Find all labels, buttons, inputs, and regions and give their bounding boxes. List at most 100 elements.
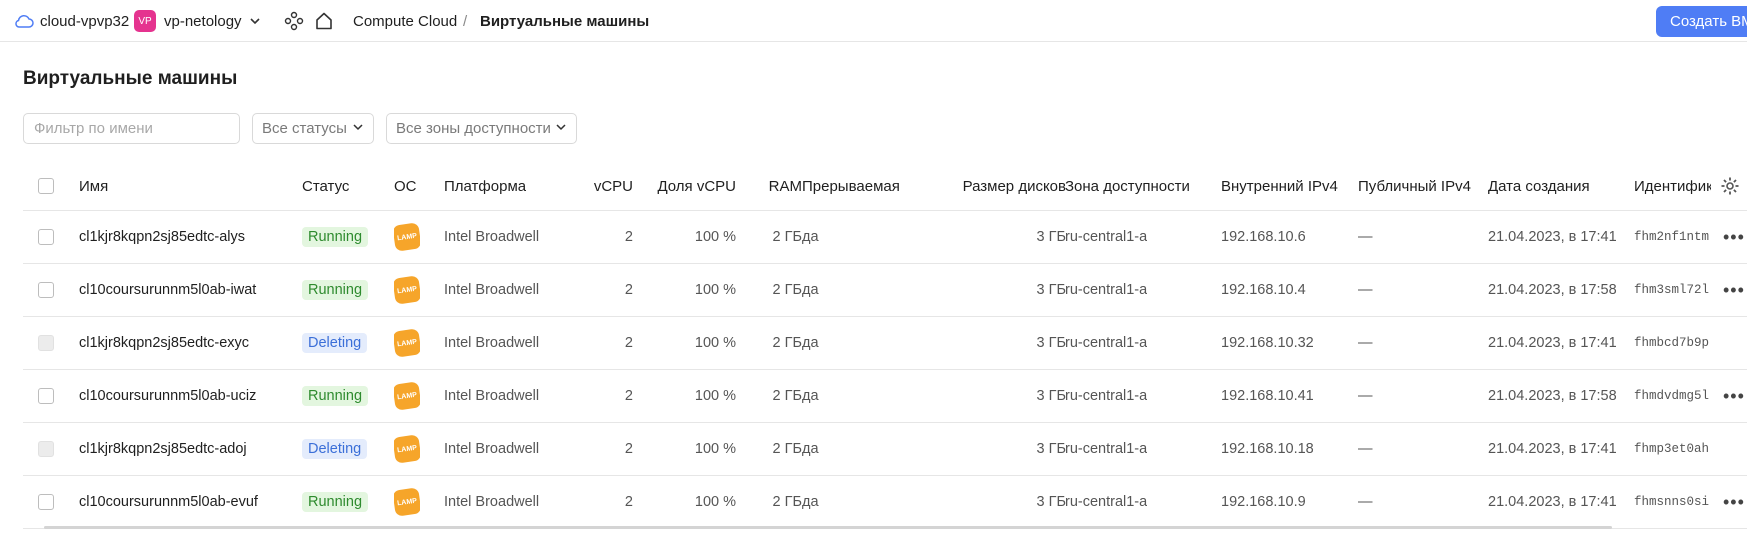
services-icon[interactable] — [284, 0, 304, 42]
column-header-created[interactable]: Дата создания — [1488, 162, 1590, 210]
name-filter-input[interactable] — [23, 113, 240, 144]
os-label: LAMP — [394, 434, 420, 464]
public-ip: — — [1358, 282, 1373, 298]
column-header-os[interactable]: ОС — [394, 162, 417, 210]
status-filter-select[interactable]: Все статусы — [252, 113, 374, 144]
more-actions-icon[interactable]: ••• — [1723, 476, 1745, 528]
preemptible: да — [802, 388, 819, 404]
select-all-checkbox[interactable] — [38, 162, 54, 210]
column-header-status[interactable]: Статус — [302, 162, 349, 210]
vm-name[interactable]: cl10coursurunnm5l0ab-evuf — [79, 476, 289, 528]
created-date: 21.04.2023, в 17:41 — [1488, 229, 1617, 245]
vm-id[interactable]: fhmdvdmg5l — [1634, 370, 1718, 422]
folder-avatar[interactable]: VP — [134, 10, 156, 32]
column-header-public-ip[interactable]: Публичный IPv4 — [1358, 162, 1471, 210]
row-checkbox[interactable] — [38, 370, 54, 422]
disk-size: 3 ГБ — [1036, 494, 1066, 510]
vm-id[interactable]: fhmbcd7b9p — [1634, 317, 1718, 369]
more-actions-icon[interactable]: ••• — [1723, 264, 1745, 316]
breadcrumb-separator: / — [463, 12, 468, 30]
vcpu-share: 100 % — [694, 441, 736, 457]
preemptible: да — [802, 494, 819, 510]
vcpu-share: 100 % — [694, 335, 736, 351]
vm-name[interactable]: cl10coursurunnm5l0ab-uciz — [79, 370, 289, 422]
os-label: LAMP — [394, 381, 420, 411]
chevron-down-icon — [352, 120, 364, 137]
vm-name[interactable]: cl10coursurunnm5l0ab-iwat — [79, 264, 289, 316]
internal-ip: 192.168.10.18 — [1221, 441, 1314, 457]
home-icon[interactable] — [314, 0, 334, 42]
table-row[interactable]: cl1kjr8kqpn2sj85edtc-exyc Deleting LAMP Int… — [23, 317, 1747, 370]
column-header-name[interactable]: Имя — [79, 162, 289, 210]
table-row[interactable]: cl10coursurunnm5l0ab-evuf Running LAMP Inte… — [23, 476, 1747, 529]
vm-name[interactable]: cl1kjr8kqpn2sj85edtc-adoj — [79, 423, 289, 475]
vm-id[interactable]: fhmp3et0ah — [1634, 423, 1718, 475]
preemptible: да — [802, 335, 819, 351]
status-badge-label: Running — [302, 386, 369, 406]
ram: 2 ГБ — [772, 441, 802, 457]
folder-name[interactable]: vp-netology — [164, 0, 242, 42]
create-vm-button[interactable]: Создать ВМ — [1656, 6, 1747, 37]
column-header-vcpu-share[interactable]: Доля vCPU — [643, 162, 736, 210]
lamp-os-icon: LAMP — [394, 476, 420, 528]
platform: Intel Broadwell — [444, 335, 540, 351]
chevron-down-icon[interactable] — [248, 0, 262, 42]
row-checkbox[interactable] — [38, 211, 54, 263]
public-ip: — — [1358, 388, 1373, 404]
row-checkbox[interactable] — [38, 264, 54, 316]
column-header-id[interactable]: Идентификатор — [1634, 162, 1711, 210]
column-header-disk-size[interactable]: Размер дисков — [938, 162, 1066, 210]
status-badge-label: Running — [302, 280, 369, 300]
zone: ru-central1-a — [1065, 494, 1148, 510]
status-badge: Deleting — [302, 423, 368, 475]
column-header-internal-ip[interactable]: Внутренний IPv4 — [1221, 162, 1338, 210]
row-checkbox[interactable] — [38, 476, 54, 528]
table-row[interactable]: cl1kjr8kqpn2sj85edtc-alys Running LAMP Inte… — [23, 211, 1747, 264]
vm-id[interactable]: fhmsnns0si — [1634, 476, 1718, 528]
vm-id[interactable]: fhm3sml72l — [1634, 264, 1718, 316]
created-date: 21.04.2023, в 17:41 — [1488, 494, 1617, 510]
column-header-ram[interactable]: RAM — [748, 162, 802, 210]
zone-filter-value: Все зоны доступности — [396, 120, 551, 137]
status-badge-label: Running — [302, 492, 369, 512]
zone: ru-central1-a — [1065, 441, 1148, 457]
top-bar: cloud-vpvp32 VP vp-netology Compute Clou… — [0, 0, 1747, 42]
page-title: Виртуальные машины — [23, 68, 238, 89]
table-row[interactable]: cl1kjr8kqpn2sj85edtc-adoj Deleting LAMP Int… — [23, 423, 1747, 476]
vm-id[interactable]: fhm2nf1ntm — [1634, 211, 1718, 263]
horizontal-scrollbar[interactable] — [44, 526, 1612, 529]
disk-size: 3 ГБ — [1036, 441, 1066, 457]
os-label: LAMP — [394, 328, 420, 358]
table-row[interactable]: cl10coursurunnm5l0ab-iwat Running LAMP Inte… — [23, 264, 1747, 317]
disk-size: 3 ГБ — [1036, 229, 1066, 245]
lamp-os-icon: LAMP — [394, 370, 420, 422]
preemptible: да — [802, 229, 819, 245]
platform: Intel Broadwell — [444, 494, 540, 510]
gear-icon[interactable] — [1720, 162, 1740, 210]
vm-name[interactable]: cl1kjr8kqpn2sj85edtc-alys — [79, 211, 289, 263]
vcpu: 2 — [624, 388, 633, 404]
status-badge-label: Deleting — [302, 333, 368, 353]
lamp-os-icon: LAMP — [394, 211, 420, 263]
status-badge: Running — [302, 476, 369, 528]
disk-size: 3 ГБ — [1036, 282, 1066, 298]
vm-name[interactable]: cl1kjr8kqpn2sj85edtc-exyc — [79, 317, 289, 369]
more-actions-icon[interactable]: ••• — [1723, 370, 1745, 422]
cloud-icon — [14, 0, 34, 42]
zone-filter-select[interactable]: Все зоны доступности — [386, 113, 577, 144]
column-header-preemptible[interactable]: Прерываемая — [802, 162, 900, 210]
vcpu-share: 100 % — [694, 282, 736, 298]
more-actions-icon[interactable]: ••• — [1723, 211, 1745, 263]
cloud-name[interactable]: cloud-vpvp32 — [40, 0, 129, 42]
column-header-zone[interactable]: Зона доступности — [1065, 162, 1190, 210]
platform: Intel Broadwell — [444, 229, 540, 245]
lamp-os-icon: LAMP — [394, 317, 420, 369]
table-row[interactable]: cl10coursurunnm5l0ab-uciz Running LAMP Inte… — [23, 370, 1747, 423]
column-header-platform[interactable]: Платформа — [444, 162, 526, 210]
chevron-down-icon — [555, 120, 567, 137]
public-ip: — — [1358, 441, 1373, 457]
column-header-vcpu[interactable]: vCPU — [563, 162, 633, 210]
table-header: Имя Статус ОС Платформа vCPU Доля vCPU R… — [23, 162, 1747, 211]
vm-table: Имя Статус ОС Платформа vCPU Доля vCPU R… — [23, 162, 1747, 529]
breadcrumb-service[interactable]: Compute Cloud — [353, 0, 457, 42]
